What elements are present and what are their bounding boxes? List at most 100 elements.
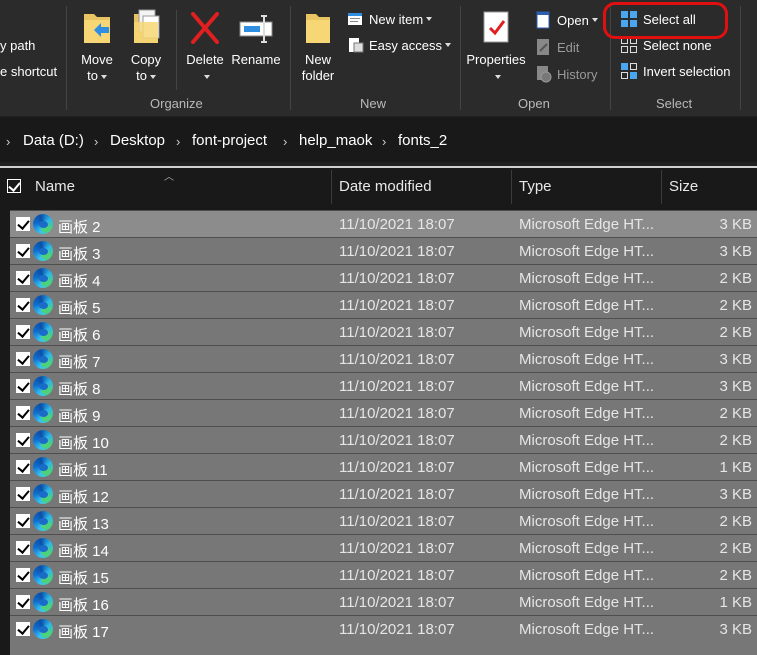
invert-selection-button[interactable]: Invert selection (620, 60, 730, 82)
date-modified: 11/10/2021 18:07 (339, 378, 455, 395)
new-item-label: New item (369, 11, 424, 27)
table-row[interactable]: 画板 14 11/10/2021 18:07 Microsoft Edge HT..… (10, 534, 757, 561)
breadcrumb-item-fonts-2[interactable]: fonts_2 (398, 132, 447, 149)
new-folder-label-1: New (304, 52, 331, 67)
delete-button[interactable]: Delete (182, 8, 228, 84)
rename-button[interactable]: Rename (230, 8, 282, 68)
chevron-right-icon[interactable]: › (283, 134, 287, 149)
row-checkbox[interactable] (16, 433, 30, 447)
file-type: Microsoft Edge HT... (519, 594, 655, 611)
row-checkbox[interactable] (16, 244, 30, 258)
date-modified: 11/10/2021 18:07 (339, 486, 455, 503)
organize-group-label: Organize (150, 96, 203, 111)
table-row[interactable]: 画板 15 11/10/2021 18:07 Microsoft Edge HT..… (10, 561, 757, 588)
ribbon-divider (460, 6, 461, 110)
edge-html-file-icon (33, 403, 53, 423)
move-to-button[interactable]: Move to (76, 8, 118, 84)
row-checkbox[interactable] (16, 514, 30, 528)
breadcrumb-item-help-maok[interactable]: help_maok (299, 132, 372, 149)
row-checkbox[interactable] (16, 568, 30, 582)
date-modified: 11/10/2021 18:07 (339, 324, 455, 341)
edge-html-file-icon (33, 214, 53, 234)
column-divider[interactable] (331, 170, 332, 204)
file-name: 画板 10 (58, 435, 109, 452)
file-name: 画板 6 (58, 327, 101, 344)
date-modified: 11/10/2021 18:07 (339, 567, 455, 584)
column-name[interactable]: Name (35, 178, 75, 195)
ribbon-divider (740, 6, 741, 110)
new-folder-button[interactable]: New folder (298, 8, 338, 84)
row-checkbox[interactable] (16, 460, 30, 474)
column-divider[interactable] (661, 170, 662, 204)
chevron-down-icon (444, 43, 451, 47)
column-type[interactable]: Type (519, 178, 552, 195)
move-to-icon (84, 14, 110, 43)
edge-html-file-icon (33, 376, 53, 396)
file-size: 3 KB (719, 621, 752, 638)
table-row[interactable]: 画板 16 11/10/2021 18:07 Microsoft Edge HT..… (10, 588, 757, 615)
file-type: Microsoft Edge HT... (519, 297, 655, 314)
table-row[interactable]: 画板 12 11/10/2021 18:07 Microsoft Edge HT..… (10, 480, 757, 507)
table-row[interactable]: 画板 2 11/10/2021 18:07 Microsoft Edge HT...… (10, 210, 757, 237)
table-row[interactable]: 画板 5 11/10/2021 18:07 Microsoft Edge HT...… (10, 291, 757, 318)
table-row[interactable]: 画板 4 11/10/2021 18:07 Microsoft Edge HT...… (10, 264, 757, 291)
table-row[interactable]: 画板 10 11/10/2021 18:07 Microsoft Edge HT..… (10, 426, 757, 453)
table-row[interactable]: 画板 3 11/10/2021 18:07 Microsoft Edge HT...… (10, 237, 757, 264)
file-name: 画板 15 (58, 570, 109, 587)
delete-caret (182, 68, 228, 84)
easy-access-icon (346, 36, 364, 54)
date-modified: 11/10/2021 18:07 (339, 459, 455, 476)
new-item-button[interactable]: New item (346, 8, 433, 30)
row-checkbox[interactable] (16, 352, 30, 366)
row-checkbox[interactable] (16, 541, 30, 555)
row-checkbox[interactable] (16, 406, 30, 420)
chevron-right-icon[interactable]: › (382, 134, 386, 149)
select-group-label: Select (656, 96, 693, 111)
row-checkbox[interactable] (16, 271, 30, 285)
properties-button[interactable]: Properties (464, 8, 528, 84)
file-size: 3 KB (719, 243, 752, 260)
breadcrumb-item-desktop[interactable]: Desktop (110, 132, 165, 149)
new-folder-label-2: folder (301, 68, 335, 83)
table-row[interactable]: 画板 7 11/10/2021 18:07 Microsoft Edge HT...… (10, 345, 757, 372)
ribbon: y path e shortcut Move to Copy to Delete (0, 0, 757, 116)
open-icon (534, 11, 552, 29)
row-checkbox[interactable] (16, 487, 30, 501)
edge-html-file-icon (33, 538, 53, 558)
table-row[interactable]: 画板 11 11/10/2021 18:07 Microsoft Edge HT..… (10, 453, 757, 480)
chevron-down-icon (494, 74, 501, 79)
file-name: 画板 8 (58, 381, 101, 398)
properties-caret (464, 68, 528, 84)
row-checkbox[interactable] (16, 379, 30, 393)
row-checkbox[interactable] (16, 595, 30, 609)
copy-to-button[interactable]: Copy to (126, 8, 166, 84)
history-button[interactable]: History (534, 63, 597, 85)
table-row[interactable]: 画板 6 11/10/2021 18:07 Microsoft Edge HT...… (10, 318, 757, 345)
chevron-right-icon[interactable]: › (176, 134, 180, 149)
edit-button[interactable]: Edit (534, 36, 579, 58)
move-to-label-1: Move (81, 52, 113, 67)
breadcrumb-item-font-project[interactable]: font-project (192, 132, 267, 149)
row-checkbox[interactable] (16, 217, 30, 231)
open-button[interactable]: Open (534, 9, 598, 31)
breadcrumb-item-data-drive[interactable]: Data (D:) (23, 132, 84, 149)
table-row[interactable]: 画板 13 11/10/2021 18:07 Microsoft Edge HT..… (10, 507, 757, 534)
select-all-checkbox[interactable] (7, 179, 21, 193)
column-divider[interactable] (511, 170, 512, 204)
edge-html-file-icon (33, 430, 53, 450)
paste-shortcut-button[interactable]: e shortcut (0, 64, 57, 79)
easy-access-label: Easy access (369, 37, 442, 53)
chevron-right-icon[interactable]: › (94, 134, 98, 149)
column-date-modified[interactable]: Date modified (339, 178, 432, 195)
table-row[interactable]: 画板 8 11/10/2021 18:07 Microsoft Edge HT...… (10, 372, 757, 399)
copy-path-button[interactable]: y path (0, 38, 35, 53)
file-size: 3 KB (719, 378, 752, 395)
easy-access-button[interactable]: Easy access (346, 34, 451, 56)
row-checkbox[interactable] (16, 298, 30, 312)
row-checkbox[interactable] (16, 622, 30, 636)
table-row[interactable]: 画板 17 11/10/2021 18:07 Microsoft Edge HT..… (10, 615, 757, 642)
new-item-icon (346, 10, 364, 28)
row-checkbox[interactable] (16, 325, 30, 339)
table-row[interactable]: 画板 9 11/10/2021 18:07 Microsoft Edge HT...… (10, 399, 757, 426)
column-size[interactable]: Size (669, 178, 698, 195)
